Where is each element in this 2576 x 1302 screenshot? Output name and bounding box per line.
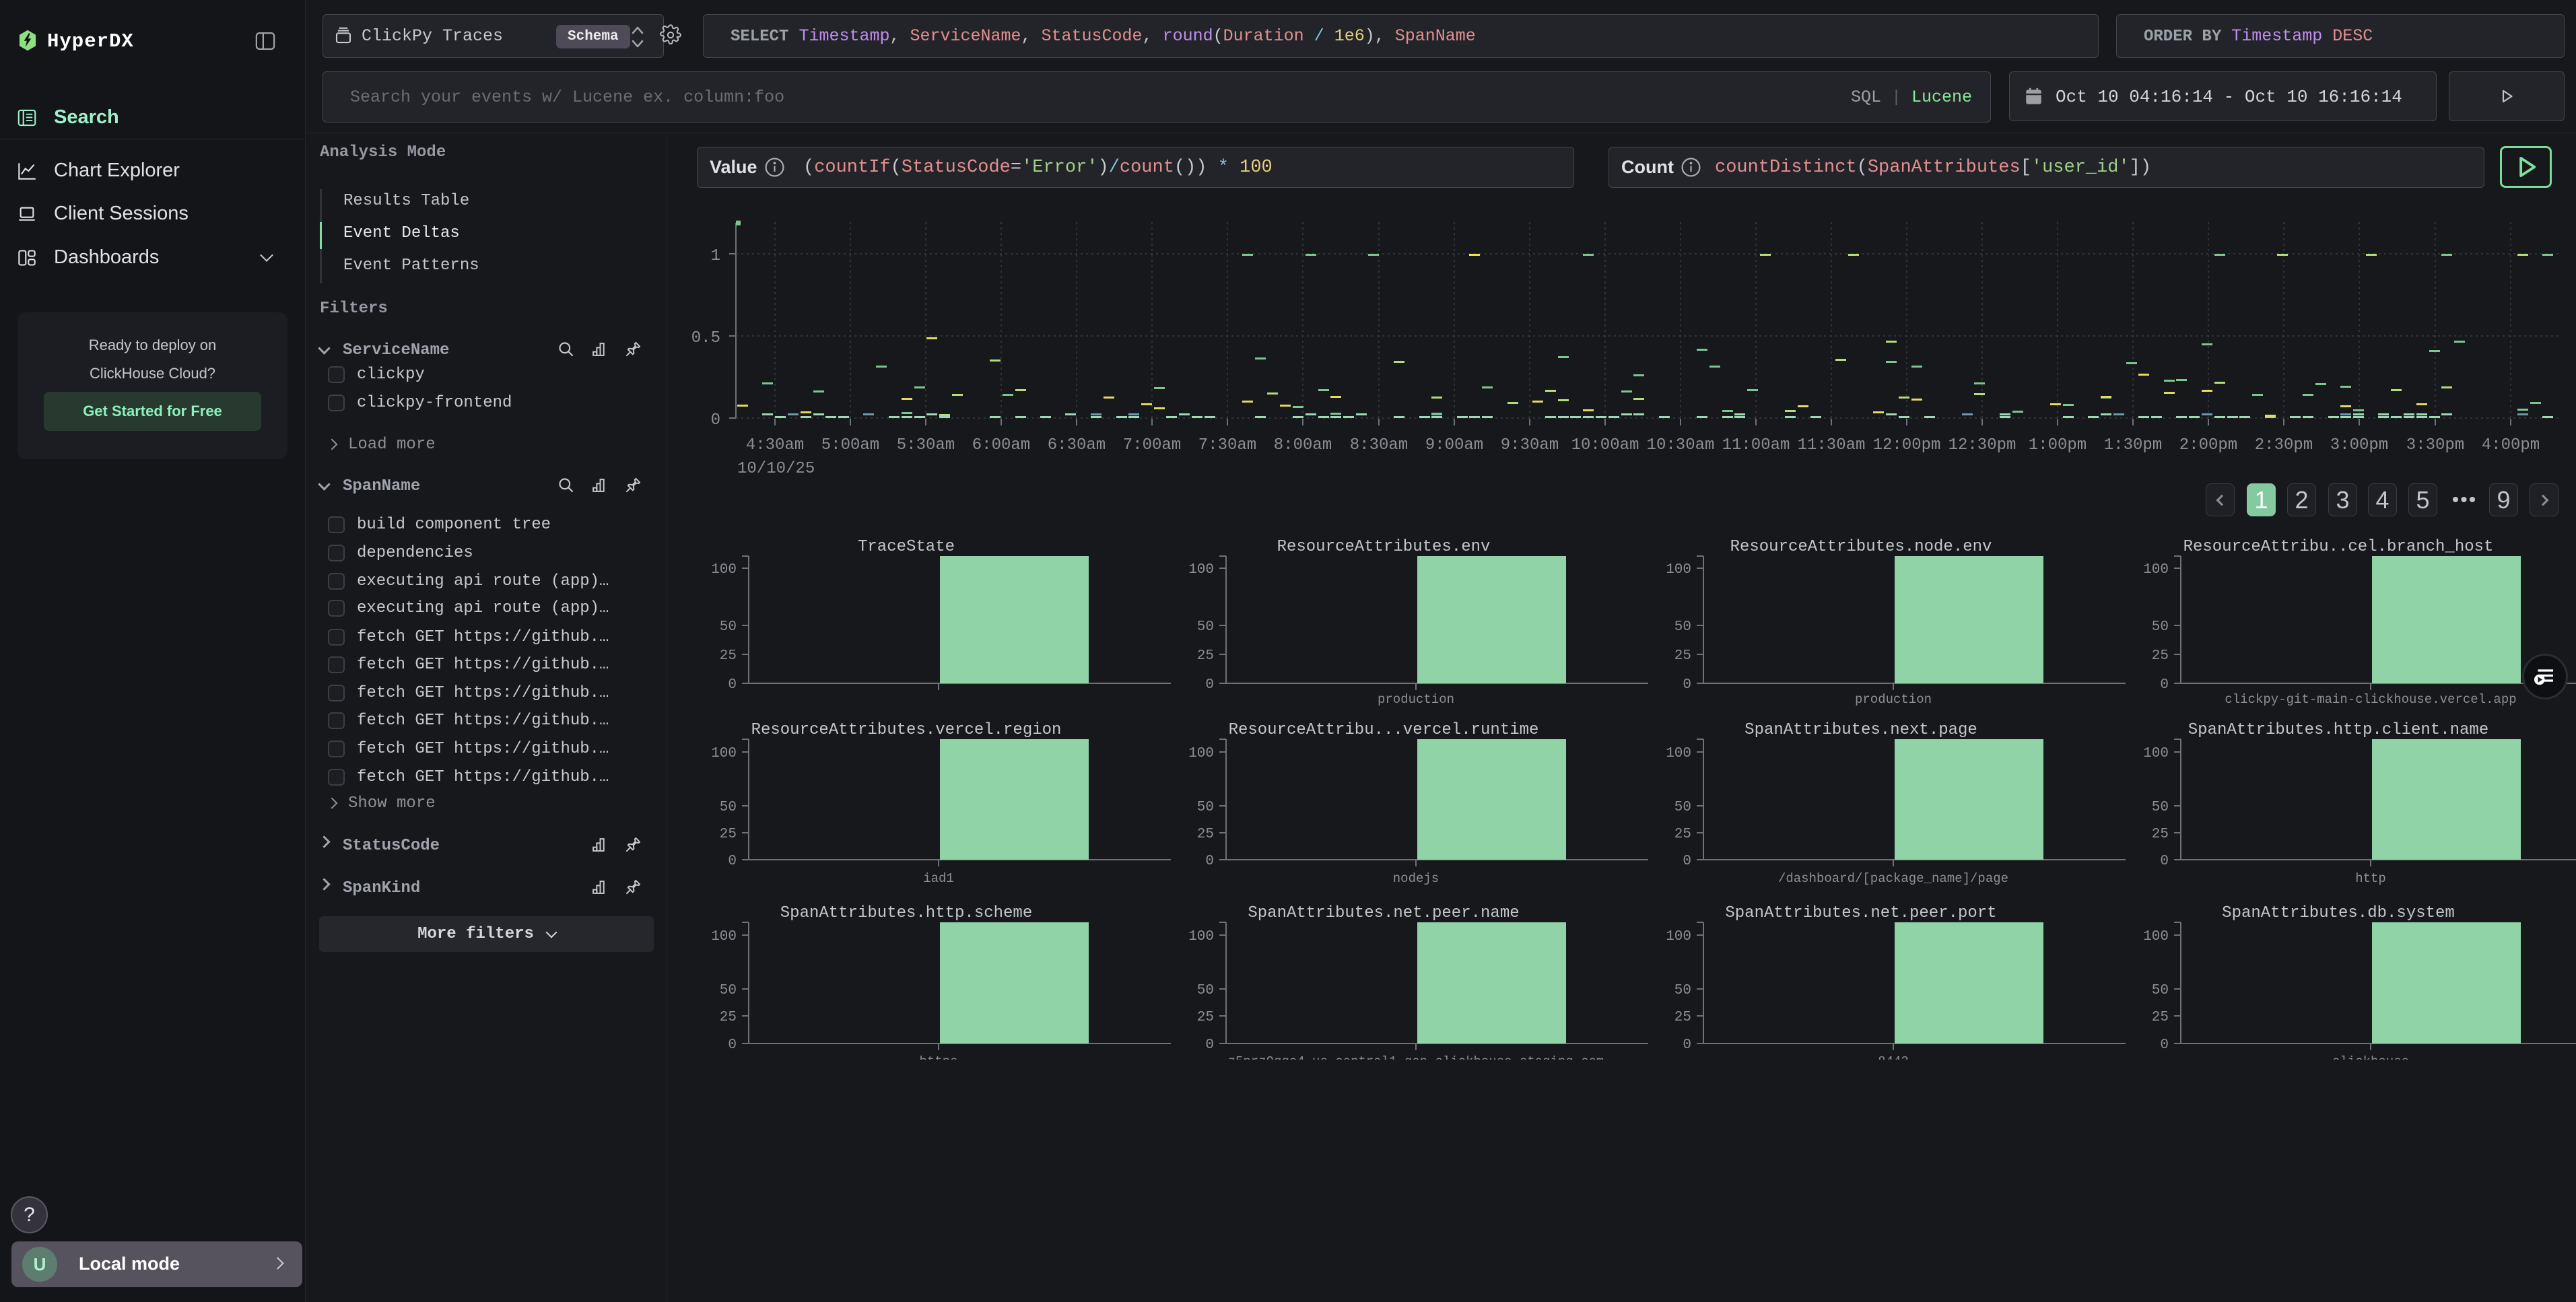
svg-text:50: 50 <box>2152 983 2169 998</box>
svg-text:production: production <box>1855 692 1932 707</box>
svg-text:3:30pm: 3:30pm <box>2406 436 2464 454</box>
svg-text:25: 25 <box>2152 648 2169 664</box>
svg-text:production: production <box>1378 692 1454 707</box>
svg-text:25: 25 <box>1674 827 1691 842</box>
svg-text:100: 100 <box>1188 746 1214 761</box>
svg-text:2:30pm: 2:30pm <box>2255 436 2313 454</box>
svg-text:4:00pm: 4:00pm <box>2482 436 2540 454</box>
svg-text:10:30am: 10:30am <box>1647 436 1715 454</box>
svg-text:100: 100 <box>2143 746 2169 761</box>
svg-text:ResourceAttributes.env: ResourceAttributes.env <box>1277 538 1491 556</box>
svg-text:SpanAttributes.net.peer.port: SpanAttributes.net.peer.port <box>1725 904 1996 922</box>
svg-text:100: 100 <box>711 929 737 945</box>
svg-text:7:30am: 7:30am <box>1198 436 1256 454</box>
svg-text:SpanAttributes.http.client.nam: SpanAttributes.http.client.name <box>2188 721 2488 739</box>
svg-text:nodejs: nodejs <box>1393 871 1439 886</box>
svg-text:9:30am: 9:30am <box>1501 436 1559 454</box>
svg-text:50: 50 <box>2152 800 2169 815</box>
svg-text:100: 100 <box>1188 562 1214 578</box>
svg-text:0: 0 <box>728 677 737 693</box>
svg-text:0: 0 <box>1683 854 1691 869</box>
svg-text:50: 50 <box>720 983 737 998</box>
svg-text:iad1: iad1 <box>923 871 954 886</box>
svg-text:25: 25 <box>720 648 737 664</box>
svg-text:50: 50 <box>2152 619 2169 635</box>
svg-text:10:00am: 10:00am <box>1571 436 1639 454</box>
svg-text:25: 25 <box>1197 1010 1214 1025</box>
svg-text:50: 50 <box>1197 619 1214 635</box>
svg-text:1: 1 <box>711 247 720 265</box>
svg-text:25: 25 <box>2152 1010 2169 1025</box>
svg-text:0: 0 <box>1683 1037 1691 1053</box>
svg-text:50: 50 <box>1197 800 1214 815</box>
svg-text:50: 50 <box>720 800 737 815</box>
svg-text:5:30am: 5:30am <box>897 436 955 454</box>
svg-text:ResourceAttributes.node.env: ResourceAttributes.node.env <box>1730 538 1992 556</box>
svg-text:6:00am: 6:00am <box>972 436 1030 454</box>
svg-text:50: 50 <box>1674 619 1691 635</box>
svg-text:100: 100 <box>1666 562 1691 578</box>
svg-text:100: 100 <box>1666 929 1691 945</box>
svg-text:50: 50 <box>1674 800 1691 815</box>
svg-text:11:00am: 11:00am <box>1722 436 1790 454</box>
svg-text:0: 0 <box>2160 854 2169 869</box>
svg-text:50: 50 <box>1197 983 1214 998</box>
svg-text:SpanAttributes.db.system: SpanAttributes.db.system <box>2222 904 2455 922</box>
svg-text:25: 25 <box>1674 1010 1691 1025</box>
svg-text:100: 100 <box>2143 929 2169 945</box>
svg-text:10/10/25: 10/10/25 <box>737 460 815 478</box>
svg-text:12:30pm: 12:30pm <box>1948 436 2016 454</box>
svg-text:0: 0 <box>2160 1037 2169 1053</box>
svg-text:100: 100 <box>711 746 737 761</box>
svg-text:8:30am: 8:30am <box>1350 436 1408 454</box>
svg-text:12:00pm: 12:00pm <box>1873 436 1941 454</box>
svg-text:0: 0 <box>2160 677 2169 693</box>
svg-text:ResourceAttributes.vercel.regi: ResourceAttributes.vercel.region <box>751 721 1062 739</box>
svg-text:ResourceAttribu...vercel.runti: ResourceAttribu...vercel.runtime <box>1229 721 1539 739</box>
svg-text:0: 0 <box>1205 1037 1214 1053</box>
svg-text:11:30am: 11:30am <box>1798 436 1866 454</box>
svg-text:0: 0 <box>1205 677 1214 693</box>
svg-text:25: 25 <box>720 1010 737 1025</box>
svg-text:TraceState: TraceState <box>858 538 955 556</box>
svg-text:3:00pm: 3:00pm <box>2330 436 2388 454</box>
svg-text:1:30pm: 1:30pm <box>2104 436 2162 454</box>
svg-text:50: 50 <box>1674 983 1691 998</box>
svg-text:50: 50 <box>720 619 737 635</box>
svg-text:0: 0 <box>728 854 737 869</box>
svg-text:SpanAttributes.next.page: SpanAttributes.next.page <box>1744 721 1977 739</box>
svg-text:25: 25 <box>2152 827 2169 842</box>
svg-text:6:30am: 6:30am <box>1048 436 1106 454</box>
svg-text:9:00am: 9:00am <box>1425 436 1483 454</box>
svg-text:clickpy-git-main-clickhouse.ve: clickpy-git-main-clickhouse.vercel.app <box>2225 692 2516 707</box>
svg-text:7:00am: 7:00am <box>1123 436 1181 454</box>
svg-text:0: 0 <box>711 411 720 430</box>
svg-text:25: 25 <box>1674 648 1691 664</box>
svg-text:SpanAttributes.http.scheme: SpanAttributes.http.scheme <box>780 904 1032 922</box>
svg-text:25: 25 <box>720 827 737 842</box>
svg-text:5:00am: 5:00am <box>821 436 879 454</box>
svg-text:0.5: 0.5 <box>691 329 720 347</box>
svg-text:http: http <box>2355 871 2386 886</box>
svg-text:25: 25 <box>1197 827 1214 842</box>
svg-text:25: 25 <box>1197 648 1214 664</box>
svg-text:100: 100 <box>1188 929 1214 945</box>
svg-text:0: 0 <box>1683 677 1691 693</box>
svg-text:0: 0 <box>1205 854 1214 869</box>
svg-text:8:00am: 8:00am <box>1274 436 1332 454</box>
svg-text:/dashboard/[package_name]/page: /dashboard/[package_name]/page <box>1778 871 2008 886</box>
svg-text:2:00pm: 2:00pm <box>2179 436 2237 454</box>
svg-text:1:00pm: 1:00pm <box>2029 436 2087 454</box>
svg-text:SpanAttributes.net.peer.name: SpanAttributes.net.peer.name <box>1248 904 1519 922</box>
svg-text:ResourceAttribu..cel.branch_ho: ResourceAttribu..cel.branch_host <box>2183 538 2494 556</box>
svg-text:100: 100 <box>2143 562 2169 578</box>
svg-text:4:30am: 4:30am <box>746 436 804 454</box>
svg-text:0: 0 <box>728 1037 737 1053</box>
svg-text:100: 100 <box>1666 746 1691 761</box>
svg-text:100: 100 <box>711 562 737 578</box>
